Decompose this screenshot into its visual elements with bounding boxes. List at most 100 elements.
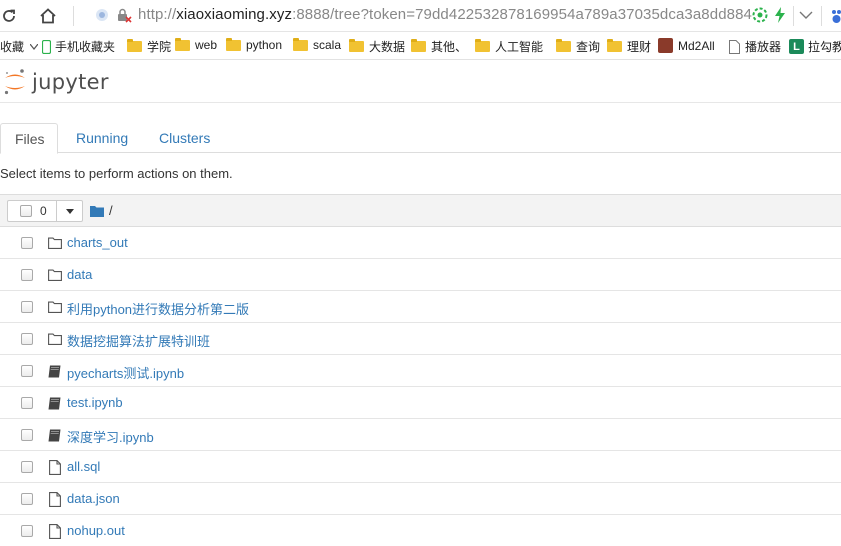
chevron-down-icon [30,43,39,50]
row-checkbox[interactable] [21,429,33,441]
item-link[interactable]: charts_out [67,235,128,250]
item-link[interactable]: 利用python进行数据分析第二版 [67,299,249,318]
bookmark-item[interactable]: 大数据 [349,38,405,55]
browser-address-bar: http://xiaoxiaoming.xyz:8888/tree?token=… [0,0,841,32]
toolbar-separator [73,6,74,26]
selection-hint: Select items to perform actions on them. [0,166,233,181]
breadcrumb-root[interactable]: / [109,203,113,218]
breadcrumb[interactable]: / [90,203,113,218]
item-link[interactable]: test.ipynb [67,395,123,410]
bookmark-item[interactable]: 人工智能 [475,38,543,55]
phone-icon [42,39,51,54]
file-list-row: 利用python进行数据分析第二版 [0,291,841,323]
item-link[interactable]: data.json [67,491,120,506]
jupyter-logo-text: jupyter [32,70,109,94]
folder-icon [47,268,62,282]
file-list-row: data [0,259,841,291]
folder-icon [90,205,104,217]
row-checkbox[interactable] [21,525,33,537]
row-checkbox[interactable] [21,493,33,505]
bookmark-item[interactable]: web [175,37,217,52]
bookmark-label: 其他、 [431,40,468,54]
jupyter-logo[interactable]: jupyter [3,68,109,96]
row-checkbox[interactable] [21,237,33,249]
folder-icon [226,37,241,51]
folder-icon [47,332,62,346]
tab-running[interactable]: Running [62,123,142,154]
folder-icon [411,39,426,52]
bookmark-label: 拉勾教 [808,40,841,54]
row-checkbox[interactable] [21,461,33,473]
folder-icon [556,39,571,52]
file-list-row: pyecharts测试.ipynb [0,355,841,387]
row-checkbox[interactable] [21,397,33,409]
notebook-icon [47,364,62,378]
lightning-icon[interactable] [773,7,787,26]
url-path: :8888/tree?token=79dd422532878169954a789… [292,6,752,23]
folder-icon [47,236,62,250]
url-field[interactable]: http://xiaoxiaoming.xyz:8888/tree?token=… [138,6,752,23]
bookmark-item[interactable]: 学院 [127,38,171,55]
bookmark-item[interactable]: 其他、 [411,38,467,55]
extension-icon[interactable] [752,7,768,26]
file-list-row: 深度学习.ipynb [0,419,841,451]
bookmark-item[interactable]: 播放器 [729,38,781,55]
bookmark-item[interactable]: scala [293,37,342,52]
row-checkbox[interactable] [21,365,33,377]
bookmark-label: 查询 [576,40,601,54]
bookmark-label: python [246,38,283,52]
url-domain: xiaoxiaoming.xyz [176,6,293,23]
row-checkbox[interactable] [21,333,33,345]
notebook-icon [47,396,62,410]
select-dropdown-button[interactable] [57,200,83,222]
paw-search-icon[interactable] [828,7,841,28]
tab-bar: Files Running Clusters [0,123,841,154]
selected-count: 0 [40,204,47,218]
item-link[interactable]: nohup.out [67,523,125,538]
bookmark-item[interactable]: Md2All [658,38,715,53]
bookmark-item[interactable]: 理财 [607,38,651,55]
folder-icon [475,39,490,52]
select-all-button[interactable]: 0 [7,200,57,222]
bookmark-item[interactable]: python [226,37,283,52]
item-link[interactable]: 深度学习.ipynb [67,427,154,446]
bookmark-label: 收藏 [0,40,25,54]
row-checkbox[interactable] [21,269,33,281]
jupyter-logo-icon [4,69,25,95]
chevron-down-icon[interactable] [799,7,813,26]
bookmark-item[interactable]: L 拉勾教 [789,38,841,55]
bookmark-label: Md2All [678,38,715,53]
file-list-row: 数据挖掘算法扩展特训班 [0,323,841,355]
bookmark-label: 理财 [627,40,652,54]
item-link[interactable]: 数据挖掘算法扩展特训班 [67,331,210,350]
item-link[interactable]: pyecharts测试.ipynb [67,363,184,382]
folder-icon [293,37,308,51]
item-link[interactable]: data [67,267,92,282]
avatar-icon [658,38,673,53]
tab-files[interactable]: Files [0,123,58,154]
bookmark-label: 大数据 [369,40,406,54]
select-all-checkbox[interactable] [20,205,32,217]
row-checkbox[interactable] [21,301,33,313]
file-list: 0 / charts_outdata 利用python进行数据分析第二版 数据挖掘算… [0,194,841,546]
file-icon [47,523,62,539]
bookmark-label: 手机收藏夹 [55,40,116,54]
l-logo-icon: L [789,39,804,54]
bookmark-label: 学院 [147,40,172,54]
item-link[interactable]: all.sql [67,459,100,474]
bookmark-label: scala [313,38,342,52]
file-list-row: all.sql [0,451,841,483]
folder-icon [607,39,622,52]
file-list-header: 0 / [0,194,841,227]
insecure-lock-icon[interactable] [116,7,132,26]
bookmarks-bar: 收藏 手机收藏夹 学院 web python scala 大数据 其他、 人工智… [0,33,841,60]
home-icon[interactable] [37,5,59,27]
tab-clusters[interactable]: Clusters [145,123,224,154]
bookmark-item[interactable]: 收藏 [0,38,39,55]
toolbar-separator [793,6,794,26]
site-info-icon[interactable] [94,7,110,26]
reload-icon[interactable] [0,5,20,27]
bookmark-item[interactable]: 查询 [556,38,600,55]
bookmark-label: 人工智能 [495,40,544,54]
bookmark-item[interactable]: 手机收藏夹 [42,38,115,55]
